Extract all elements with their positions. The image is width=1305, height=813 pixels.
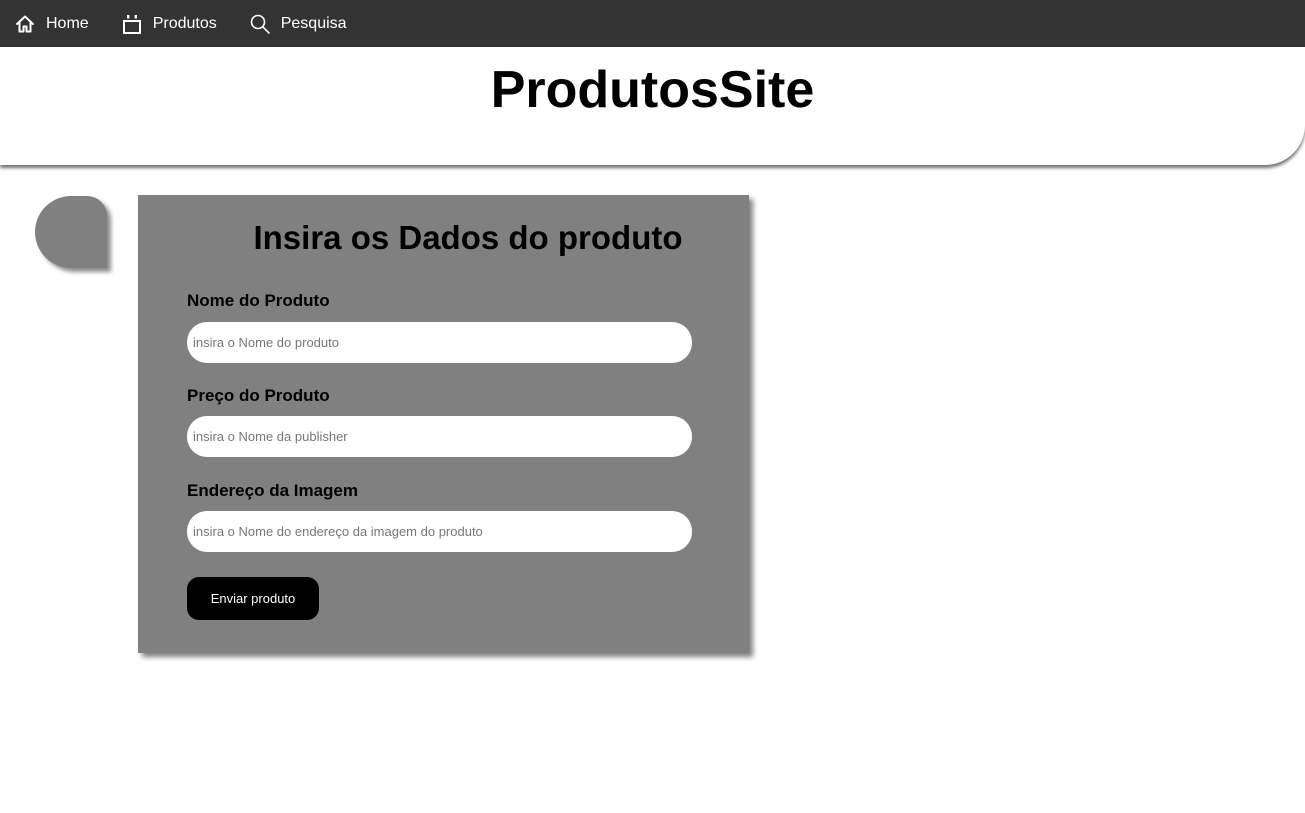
- product-name-input[interactable]: [187, 322, 692, 363]
- image-address-label: Endereço da Imagem: [187, 481, 359, 500]
- top-nav: Home Produtos Pesquisa: [0, 0, 1305, 47]
- nav-item-pesquisa[interactable]: Pesquisa: [249, 13, 347, 35]
- product-form: Insira os Dados do produto Nome do Produ…: [138, 195, 749, 653]
- nav-item-label: Pesquisa: [280, 14, 347, 32]
- home-icon: [14, 13, 36, 35]
- search-icon: [249, 13, 271, 35]
- shopping-bag-icon: [121, 13, 143, 35]
- form-title: Insira os Dados do produto: [253, 219, 683, 256]
- nav-item-produtos[interactable]: Produtos: [121, 13, 217, 35]
- nav-item-label: Produtos: [152, 14, 217, 32]
- side-tab: [35, 196, 107, 268]
- site-header: ProdutosSite: [0, 47, 1305, 165]
- image-address-input[interactable]: [187, 511, 692, 552]
- submit-product-button[interactable]: Enviar produto: [187, 577, 319, 620]
- product-price-label: Preço do Produto: [187, 386, 330, 405]
- product-name-label: Nome do Produto: [187, 291, 330, 310]
- nav-item-label: Home: [46, 14, 89, 32]
- nav-item-home[interactable]: Home: [14, 13, 89, 35]
- product-price-input[interactable]: [187, 416, 692, 457]
- site-title: ProdutosSite: [490, 61, 815, 119]
